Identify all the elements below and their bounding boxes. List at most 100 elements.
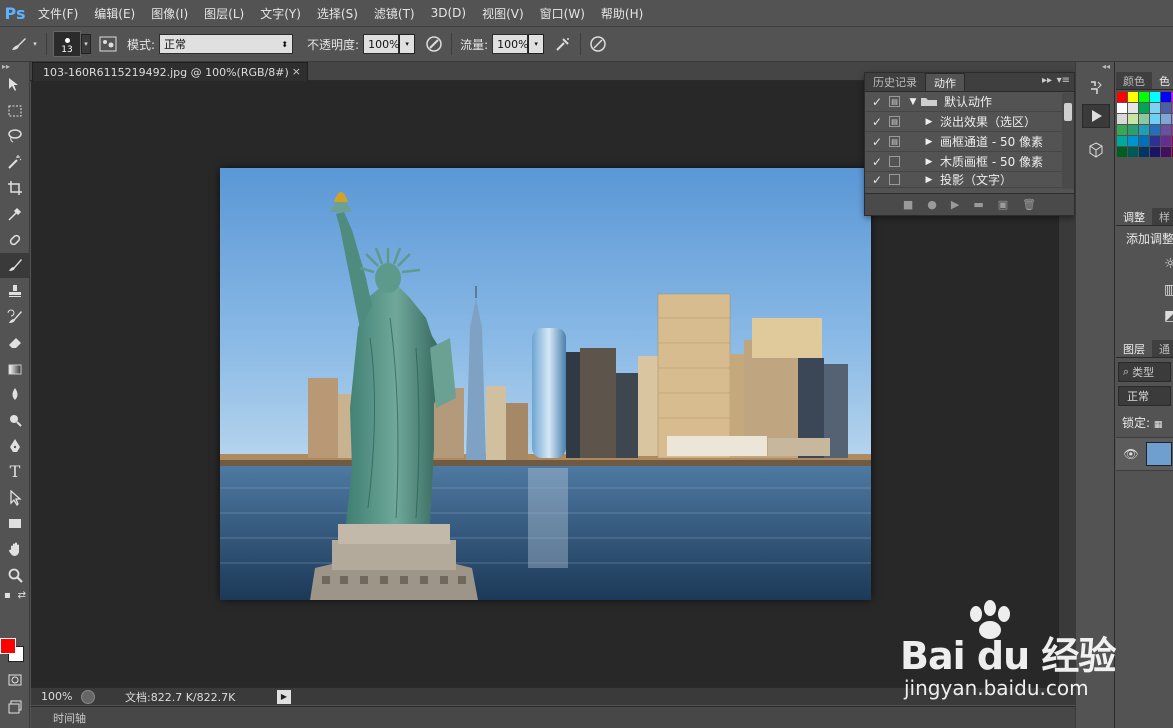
color-swatch[interactable]	[1150, 103, 1160, 113]
color-swatch[interactable]	[1150, 125, 1160, 135]
tab-channels[interactable]: 通	[1152, 340, 1173, 357]
document-image[interactable]	[220, 168, 871, 600]
tab-styles[interactable]: 样	[1152, 208, 1173, 225]
dialog-toggle-icon[interactable]	[889, 156, 900, 167]
color-swatch[interactable]	[1161, 103, 1171, 113]
healing-brush-tool-icon[interactable]	[0, 227, 30, 253]
brush-picker-dropdown-icon[interactable]: ▾	[81, 34, 91, 54]
pen-tool-icon[interactable]	[0, 433, 30, 459]
panel-menu-icon[interactable]: ▾≡	[1057, 75, 1070, 86]
dialog-toggle-icon[interactable]	[889, 174, 900, 185]
dialog-toggle-icon[interactable]: ▤	[889, 116, 900, 127]
tab-swatches[interactable]: 色	[1152, 72, 1173, 89]
opacity-dropdown-icon[interactable]: ▾	[399, 34, 416, 54]
screen-mode-icon[interactable]	[0, 694, 30, 720]
color-swatch[interactable]	[1128, 125, 1138, 135]
color-swatch[interactable]	[1161, 114, 1171, 124]
swap-colors-icon[interactable]: ⇄	[18, 590, 26, 601]
brush-size-picker[interactable]: 13	[53, 31, 81, 57]
toolbar-collapse-icon[interactable]: ▸▸	[0, 62, 29, 72]
menu-help[interactable]: 帮助(H)	[593, 5, 651, 22]
brightness-icon[interactable]: ☼	[1164, 251, 1173, 277]
tab-actions[interactable]: 动作	[925, 73, 965, 91]
action-fade-selection[interactable]: ✓ ▤ ▶ 淡出效果（选区）	[865, 112, 1074, 132]
color-swatch[interactable]	[1117, 92, 1127, 102]
menu-file[interactable]: 文件(F)	[30, 5, 86, 22]
airbrush-icon[interactable]	[552, 33, 574, 55]
color-swatch[interactable]	[1117, 125, 1127, 135]
gradient-tool-icon[interactable]	[0, 356, 30, 382]
color-swatch[interactable]	[1139, 147, 1149, 157]
color-swatch[interactable]	[1139, 92, 1149, 102]
zoom-level[interactable]: 100%	[31, 690, 81, 703]
record-icon[interactable]: ●	[927, 198, 937, 211]
move-tool-icon[interactable]	[0, 72, 30, 98]
new-set-folder-icon[interactable]: ▬	[973, 198, 983, 211]
menu-select[interactable]: 选择(S)	[309, 5, 366, 22]
eyedropper-tool-icon[interactable]	[0, 201, 30, 227]
actions-scrollbar[interactable]	[1062, 93, 1074, 189]
type-tool-icon[interactable]: T	[0, 459, 30, 485]
collapse-triangle-icon[interactable]: ▶	[922, 157, 936, 167]
color-swatch[interactable]	[1117, 147, 1127, 157]
collapse-triangle-icon[interactable]: ▶	[922, 137, 936, 147]
color-swatch[interactable]	[1150, 136, 1160, 146]
hand-tool-icon[interactable]	[0, 536, 30, 562]
color-swatch[interactable]	[1128, 114, 1138, 124]
color-swatch[interactable]	[1150, 147, 1160, 157]
color-swatch[interactable]	[1139, 114, 1149, 124]
color-swatch[interactable]	[1161, 136, 1171, 146]
document-tab[interactable]: 103-160R6115219492.jpg @ 100%(RGB/8#) ×	[32, 62, 308, 81]
menu-3d[interactable]: 3D(D)	[423, 6, 474, 20]
close-tab-icon[interactable]: ×	[292, 65, 301, 78]
menu-view[interactable]: 视图(V)	[474, 5, 532, 22]
default-colors-icon[interactable]: ▪	[4, 590, 11, 601]
layer-blend-mode-select[interactable]: 正常	[1118, 386, 1171, 406]
history-brush-tool-icon[interactable]	[0, 304, 30, 330]
pressure-opacity-icon[interactable]	[423, 33, 445, 55]
color-swatch[interactable]	[1117, 136, 1127, 146]
color-swatch[interactable]	[1139, 136, 1149, 146]
brush-panel-toggle-icon[interactable]	[97, 33, 119, 55]
expand-triangle-icon[interactable]: ▼	[906, 97, 920, 107]
blur-tool-icon[interactable]	[0, 382, 30, 408]
magic-wand-tool-icon[interactable]	[0, 149, 30, 175]
dialog-toggle-icon[interactable]: ▤	[889, 136, 900, 147]
layer-filter-input[interactable]: ⌕ 类型	[1118, 362, 1171, 382]
levels-icon[interactable]: ▥	[1164, 277, 1173, 303]
check-icon[interactable]: ✓	[865, 173, 889, 187]
color-swatch[interactable]	[1150, 92, 1160, 102]
brush-tool-preset-icon[interactable]	[8, 33, 30, 55]
color-swatch[interactable]	[1128, 92, 1138, 102]
play-icon[interactable]: ▶	[951, 198, 959, 211]
eraser-tool-icon[interactable]	[0, 330, 30, 356]
dialog-toggle-icon[interactable]: ▤	[889, 96, 900, 107]
opacity-input[interactable]: 100%	[363, 34, 400, 54]
color-swatch[interactable]	[1139, 125, 1149, 135]
color-swatch[interactable]	[1161, 92, 1171, 102]
check-icon[interactable]: ✓	[865, 95, 889, 109]
crop-tool-icon[interactable]	[0, 175, 30, 201]
menu-window[interactable]: 窗口(W)	[532, 5, 593, 22]
curves-icon[interactable]: ◩	[1164, 303, 1173, 329]
delete-trash-icon[interactable]: 🗑	[1022, 198, 1036, 211]
flow-input[interactable]: 100%	[492, 34, 529, 54]
action-drop-shadow-type[interactable]: ✓ ▶ 投影（文字）	[865, 172, 1074, 188]
menu-image[interactable]: 图像(I)	[143, 5, 196, 22]
action-wood-frame[interactable]: ✓ ▶ 木质画框 - 50 像素	[865, 152, 1074, 172]
collapse-triangle-icon[interactable]: ▶	[922, 117, 936, 127]
action-frame-channel[interactable]: ✓ ▤ ▶ 画框通道 - 50 像素	[865, 132, 1074, 152]
color-swatch[interactable]	[1150, 114, 1160, 124]
color-swatch[interactable]	[1128, 136, 1138, 146]
status-info-icon[interactable]	[81, 689, 95, 704]
color-swatch[interactable]	[1161, 147, 1171, 157]
status-menu-arrow-icon[interactable]: ▶	[277, 689, 291, 704]
color-swatch[interactable]	[1139, 103, 1149, 113]
menu-edit[interactable]: 编辑(E)	[86, 5, 143, 22]
color-swatch[interactable]	[1128, 147, 1138, 157]
tab-history[interactable]: 历史记录	[865, 73, 925, 91]
scroll-thumb[interactable]	[1064, 103, 1072, 121]
quick-mask-icon[interactable]	[0, 667, 30, 693]
tab-color[interactable]: 颜色	[1116, 72, 1152, 89]
brush-tool-icon[interactable]	[0, 252, 30, 279]
